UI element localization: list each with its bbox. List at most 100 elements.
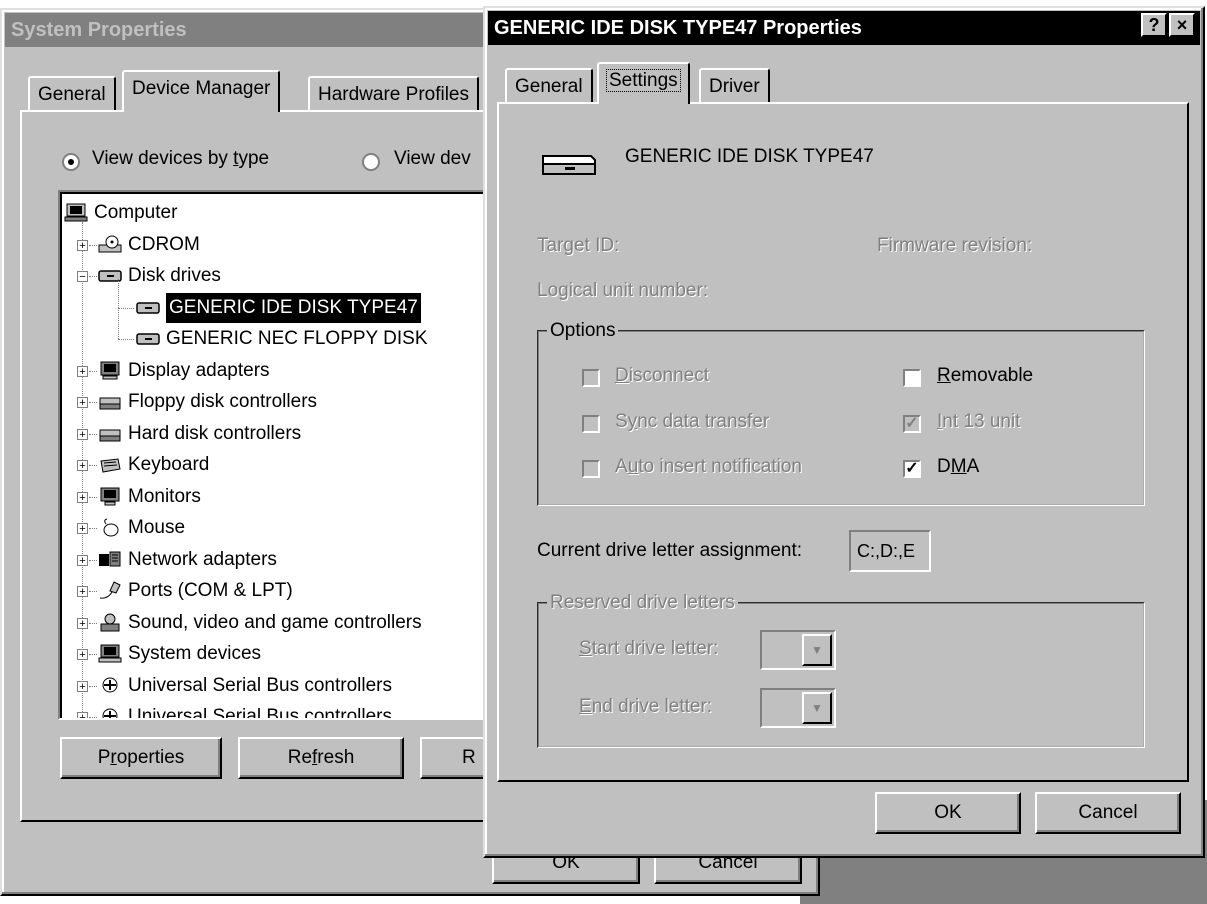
close-icon[interactable]: × <box>1169 13 1195 37</box>
tab-general[interactable]: General <box>28 76 116 112</box>
tree-item[interactable]: + Universal Serial Bus controllers <box>60 671 486 701</box>
tree-item[interactable]: + Universal Serial Bus controllers <box>60 702 486 718</box>
expand-icon[interactable]: + <box>77 491 88 503</box>
properties-button[interactable]: Properties <box>60 737 222 779</box>
tree-item[interactable]: Computer <box>60 198 486 228</box>
dma-label[interactable]: DMA <box>937 456 979 478</box>
auto-insert-label[interactable]: Auto insert notification <box>615 456 802 478</box>
system-device-icon <box>98 644 122 663</box>
removable-checkbox[interactable] <box>903 369 921 387</box>
expand-icon[interactable]: + <box>77 586 88 598</box>
tab-hardware-profiles[interactable]: Hardware Profiles <box>308 76 479 112</box>
collapse-icon[interactable]: − <box>77 271 88 283</box>
expand-icon[interactable]: + <box>77 649 88 661</box>
cancel-button[interactable]: Cancel <box>1035 792 1181 834</box>
expand-icon[interactable]: + <box>77 554 88 566</box>
int13-checkbox[interactable]: ✓ <box>903 415 921 433</box>
tree-branch-line <box>89 244 97 246</box>
disk-drive-icon <box>542 155 596 175</box>
tree-item[interactable]: + Ports (COM & LPT) <box>60 576 486 606</box>
device-tree[interactable]: Computer + CDROM − Disk drives GENERIC IDE DI… <box>58 190 488 720</box>
disk-drive-icon <box>136 333 160 345</box>
expand-icon[interactable]: + <box>77 680 88 692</box>
expand-icon[interactable]: + <box>77 712 88 718</box>
display-adapter-icon <box>100 361 120 379</box>
tree-branch-line <box>89 717 97 718</box>
tree-branch-line <box>89 654 97 655</box>
expand-icon[interactable]: + <box>77 460 88 472</box>
tree-branch-line <box>89 402 97 403</box>
sync-data-label[interactable]: Sync data transfer <box>615 411 769 433</box>
expand-icon[interactable]: + <box>77 397 88 409</box>
usb-icon <box>102 677 118 692</box>
expand-icon[interactable]: + <box>77 365 88 377</box>
tree-branch-line <box>89 528 97 529</box>
tree-item-label: System devices <box>128 643 262 664</box>
device-name: GENERIC IDE DISK TYPE47 <box>625 146 874 167</box>
disconnect-label[interactable]: Disconnect <box>615 365 709 387</box>
tree-branch-line <box>89 370 97 372</box>
tree-item-label: Network adapters <box>128 548 277 570</box>
tree-item[interactable]: + Display adapters <box>60 356 486 386</box>
chevron-down-icon[interactable]: ▼ <box>802 634 832 666</box>
tree-item-label: Sound, video and game controllers <box>128 611 422 633</box>
tree-branch-line <box>118 307 134 309</box>
tree-item-label: Hard disk controllers <box>128 422 302 444</box>
tree-item-label: Universal Serial Bus controllers <box>128 674 392 696</box>
tree-item-label: Ports (COM & LPT) <box>128 580 293 601</box>
expand-icon[interactable]: + <box>77 617 88 629</box>
view-by-type-radio[interactable] <box>62 153 80 171</box>
tab-settings[interactable]: Settings <box>597 62 690 104</box>
tree-item[interactable]: + Keyboard <box>60 450 486 480</box>
tree-item[interactable]: + Mouse <box>60 513 486 543</box>
view-by-type-label[interactable]: View devices by type <box>92 148 269 170</box>
tree-item[interactable]: + Floppy disk controllers <box>60 387 486 417</box>
tab-driver[interactable]: Driver <box>699 68 770 104</box>
tree-item[interactable]: + CDROM <box>60 230 486 260</box>
tree-item[interactable]: + Monitors <box>60 482 486 512</box>
expand-icon[interactable]: + <box>77 523 88 535</box>
help-icon[interactable]: ? <box>1141 13 1167 37</box>
reserved-legend: Reserved drive letters <box>547 592 738 614</box>
expand-icon[interactable]: + <box>77 428 88 440</box>
logical-unit-label: Logical unit number: <box>537 280 709 301</box>
disconnect-checkbox[interactable] <box>582 369 600 387</box>
disk-properties-titlebar[interactable]: GENERIC IDE DISK TYPE47 Properties <box>488 11 1200 45</box>
dma-checkbox[interactable]: ✓ <box>903 460 921 478</box>
tree-branch-line <box>89 685 97 687</box>
tree-branch-line <box>89 465 97 466</box>
start-drive-select[interactable]: ▼ <box>760 630 836 670</box>
tab-general[interactable]: General <box>505 68 593 104</box>
expand-icon[interactable]: + <box>77 239 88 251</box>
refresh-button[interactable]: Refresh <box>238 737 404 779</box>
tree-item[interactable]: − Disk drives <box>60 261 486 291</box>
sync-data-checkbox[interactable] <box>582 415 600 433</box>
port-icon <box>99 581 121 599</box>
tree-item-label: Display adapters <box>128 359 270 381</box>
view-by-connection-label[interactable]: View dev <box>394 148 471 170</box>
tree-item[interactable]: GENERIC NEC FLOPPY DISK <box>60 310 486 354</box>
chevron-down-icon[interactable]: ▼ <box>802 692 832 724</box>
tree-item-label: Keyboard <box>128 454 210 475</box>
ok-button[interactable]: OK <box>875 792 1021 834</box>
int13-label[interactable]: Int 13 unit <box>937 411 1020 433</box>
tree-item[interactable]: + Hard disk controllers <box>60 419 486 449</box>
tab-settings-label: Settings <box>606 69 681 92</box>
tree-item[interactable]: + Network adapters <box>60 545 486 575</box>
disk-properties-window: GENERIC IDE DISK TYPE47 Properties ? × G… <box>483 6 1205 858</box>
auto-insert-checkbox[interactable] <box>582 460 600 478</box>
removable-label[interactable]: Removable <box>937 365 1033 387</box>
tree-item[interactable]: + Sound, video and game controllers <box>60 608 486 638</box>
tab-device-manager[interactable]: Device Manager <box>122 70 281 112</box>
drive-letter-field: C:,D:,E <box>849 530 931 572</box>
end-drive-select[interactable]: ▼ <box>760 688 836 728</box>
tree-item-label: Floppy disk controllers <box>128 391 318 412</box>
target-id-label: Target ID: <box>537 235 620 256</box>
tree-item[interactable]: + System devices <box>60 639 486 669</box>
disk-drive-icon <box>136 301 160 314</box>
firmware-revision-label: Firmware revision: <box>877 235 1033 256</box>
view-by-connection-radio[interactable] <box>362 153 380 171</box>
tree-item[interactable]: GENERIC IDE DISK TYPE47 <box>60 278 486 323</box>
tree-item-label: Monitors <box>128 485 201 507</box>
tree-item-label: Computer <box>94 202 178 223</box>
